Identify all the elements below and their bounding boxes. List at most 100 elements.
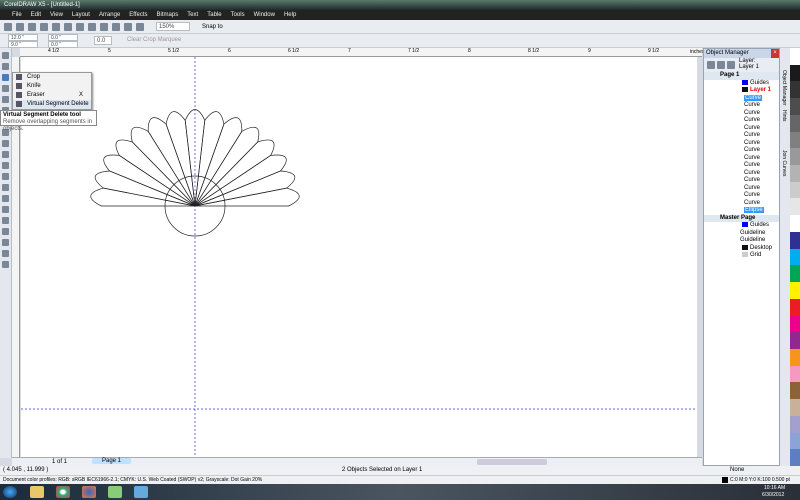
curve-shape[interactable] xyxy=(194,126,260,207)
menu-table[interactable]: Table xyxy=(207,10,221,20)
dock-tab-join-curves[interactable]: Join Curves xyxy=(781,150,787,176)
menu-edit[interactable]: Edit xyxy=(31,10,41,20)
menu-effects[interactable]: Effects xyxy=(129,10,147,20)
color-swatch[interactable] xyxy=(790,81,800,99)
curve-shape[interactable] xyxy=(147,117,196,207)
firefox-icon[interactable] xyxy=(82,486,96,498)
curve-object[interactable]: Curve xyxy=(704,125,779,133)
undo-icon[interactable] xyxy=(88,22,96,31)
tool-icon[interactable] xyxy=(2,184,9,191)
paste-icon[interactable] xyxy=(76,22,84,31)
edit-across-layers-icon[interactable] xyxy=(717,61,725,69)
drawing[interactable] xyxy=(21,57,697,457)
color-swatch[interactable] xyxy=(790,215,800,232)
curve-shape[interactable] xyxy=(94,170,196,207)
curve-object[interactable]: Curve xyxy=(704,155,779,163)
curve-shape[interactable] xyxy=(103,154,196,207)
clear-crop-marquee-button[interactable]: Clear Crop Marquee xyxy=(127,37,181,43)
guideline-object[interactable]: Guideline xyxy=(704,230,779,238)
color-swatch[interactable] xyxy=(790,64,800,82)
color-swatch[interactable] xyxy=(790,298,800,316)
tool-icon[interactable] xyxy=(2,195,9,202)
x-field[interactable]: 12.0 " xyxy=(8,34,38,41)
drawing-canvas[interactable] xyxy=(21,57,697,457)
menu-text[interactable]: Text xyxy=(187,10,198,20)
curve-shape[interactable] xyxy=(194,154,287,207)
tool-icon[interactable] xyxy=(2,250,9,257)
color-swatch[interactable] xyxy=(790,114,800,132)
tool-icon[interactable] xyxy=(2,96,9,103)
menu-view[interactable]: View xyxy=(50,10,63,20)
dock-tab-object-manager[interactable]: Object Manager xyxy=(781,70,787,106)
publish-icon[interactable] xyxy=(136,22,144,31)
curve-object[interactable]: Curve xyxy=(704,102,779,110)
grid-layer[interactable]: Grid xyxy=(704,252,779,260)
menu-help[interactable]: Help xyxy=(284,10,296,20)
layer-manager-view-icon[interactable] xyxy=(727,61,735,69)
color-swatch[interactable] xyxy=(790,348,800,366)
tool-icon[interactable] xyxy=(2,173,9,180)
curve-shape[interactable] xyxy=(194,170,296,207)
color-swatch[interactable] xyxy=(790,265,800,283)
curve-object[interactable]: Curve xyxy=(704,170,779,178)
tool-icon[interactable] xyxy=(2,85,9,92)
coreldraw-icon[interactable] xyxy=(108,486,122,498)
menu-tools[interactable]: Tools xyxy=(231,10,245,20)
curve-object[interactable]: Curve xyxy=(704,177,779,185)
color-swatch[interactable] xyxy=(790,365,800,383)
curve-object[interactable]: Curve xyxy=(704,132,779,140)
color-swatch[interactable] xyxy=(790,332,800,349)
angle-field[interactable]: 0.0 xyxy=(94,36,112,45)
dock-tab-hints[interactable]: Hints xyxy=(781,110,787,121)
new-icon[interactable] xyxy=(4,22,12,31)
tool-icon[interactable] xyxy=(2,140,9,147)
curve-shape[interactable] xyxy=(194,187,300,207)
guides-layer[interactable]: Guides xyxy=(704,79,779,88)
print-icon[interactable] xyxy=(40,22,48,31)
curve-object[interactable]: Curve xyxy=(704,94,779,103)
color-swatch[interactable] xyxy=(790,432,800,450)
menu-bitmaps[interactable]: Bitmaps xyxy=(157,10,179,20)
height-field[interactable]: 0.0 " xyxy=(48,41,78,48)
master-page-node[interactable]: Master Page xyxy=(704,214,779,222)
curve-object[interactable]: Curve xyxy=(704,162,779,170)
copy-icon[interactable] xyxy=(64,22,72,31)
width-field[interactable]: 0.0 " xyxy=(48,34,78,41)
flyout-item-knife[interactable]: Knife xyxy=(13,82,91,91)
curve-shape[interactable] xyxy=(130,126,196,207)
show-properties-icon[interactable] xyxy=(707,61,715,69)
color-swatch[interactable] xyxy=(790,399,800,416)
page-tab[interactable]: Page 1 xyxy=(92,458,132,464)
color-swatch[interactable] xyxy=(790,131,800,149)
tool-icon[interactable] xyxy=(2,162,9,169)
color-swatch[interactable] xyxy=(790,98,800,115)
layer-1-node[interactable]: Layer 1 xyxy=(704,87,779,95)
tool-icon[interactable] xyxy=(2,239,9,246)
curve-shape[interactable] xyxy=(90,187,196,207)
menu-file[interactable]: File xyxy=(12,10,22,20)
curve-object[interactable]: Curve xyxy=(704,140,779,148)
tool-icon[interactable] xyxy=(2,217,9,224)
menu-layout[interactable]: Layout xyxy=(72,10,90,20)
curve-object[interactable]: Curve xyxy=(704,200,779,208)
menu-window[interactable]: Window xyxy=(254,10,275,20)
save-icon[interactable] xyxy=(28,22,36,31)
horizontal-scrollbar[interactable] xyxy=(477,459,547,465)
color-swatch[interactable] xyxy=(790,231,800,249)
desktop-layer[interactable]: Desktop xyxy=(704,244,779,253)
tool-icon[interactable] xyxy=(2,151,9,158)
import-icon[interactable] xyxy=(112,22,120,31)
explorer-icon[interactable] xyxy=(30,486,44,498)
color-swatch[interactable] xyxy=(790,282,800,299)
export-icon[interactable] xyxy=(124,22,132,31)
curve-object[interactable]: Curve xyxy=(704,147,779,155)
curve-object[interactable]: Curve xyxy=(704,192,779,200)
horizontal-ruler[interactable]: 4 1/255 1/266 1/277 1/288 1/299 1/210 xyxy=(20,48,714,57)
flyout-item-eraser[interactable]: Eraser X xyxy=(13,91,91,100)
curve-object[interactable]: Curve xyxy=(704,117,779,125)
color-swatch[interactable] xyxy=(790,198,800,216)
menu-arrange[interactable]: Arrange xyxy=(99,10,120,20)
color-swatch[interactable] xyxy=(790,382,800,400)
tool-icon[interactable] xyxy=(2,74,9,81)
color-swatch[interactable] xyxy=(790,48,800,65)
